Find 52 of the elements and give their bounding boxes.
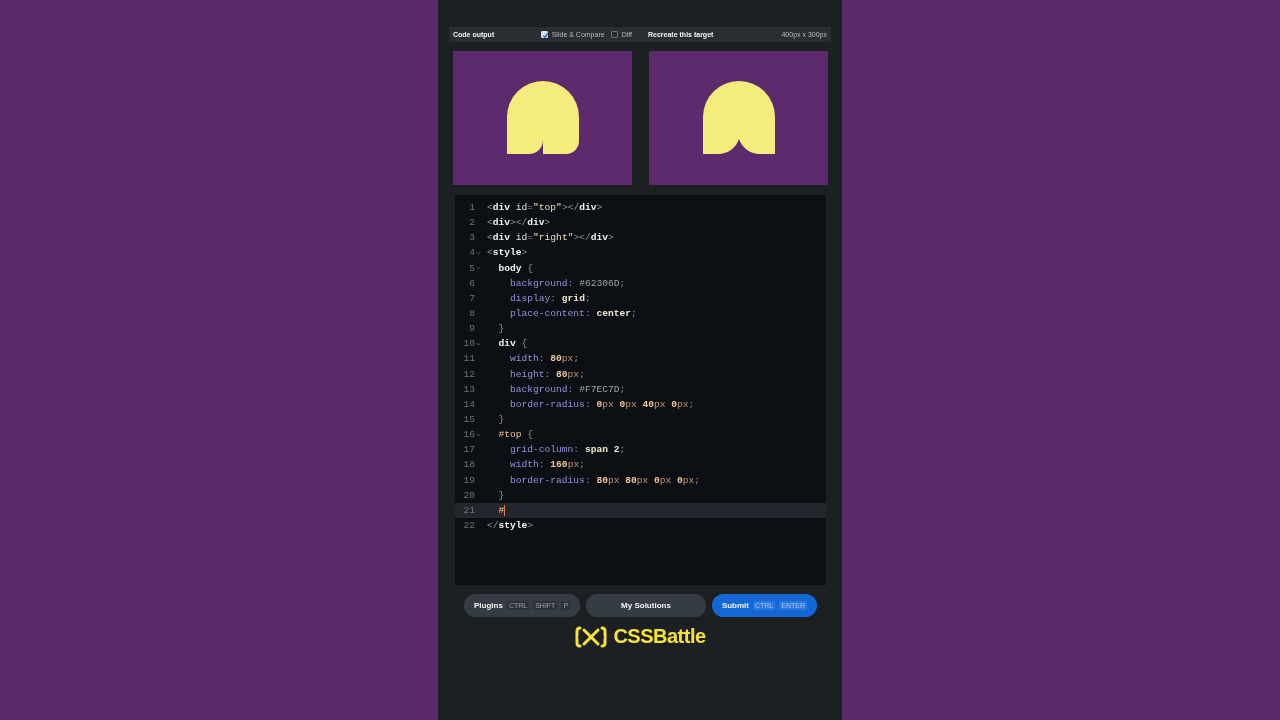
line-number: 1 (468, 202, 475, 214)
chevron-icon[interactable] (476, 341, 481, 346)
logo-icon (574, 625, 609, 648)
line-number: 3 (468, 232, 475, 244)
code-line: div { (497, 338, 528, 350)
line-number: 8 (468, 308, 475, 320)
line-number: 16 (462, 429, 475, 441)
chevron-icon[interactable] (476, 251, 481, 255)
line-number: 14 (462, 398, 475, 410)
line-number: 13 (462, 383, 475, 395)
code-line: } (497, 489, 505, 501)
code-line: <div id="right"></div> (487, 232, 614, 244)
line-number: 11 (462, 353, 475, 365)
action-button[interactable]: My Solutions (586, 594, 706, 617)
line-number: 2 (468, 217, 475, 229)
code-line: <style> (487, 247, 528, 259)
brand-name: CSSBattle (613, 625, 706, 648)
line-number: 20 (462, 489, 475, 501)
code-line: width: 80px; (509, 353, 580, 365)
code-line: } (497, 414, 505, 426)
code-line: background: #62306D; (509, 277, 626, 289)
line-number: 6 (468, 277, 475, 289)
code-line: grid-column: span 2; (509, 444, 626, 456)
code-line: # (497, 504, 506, 516)
code-line: place-content: center; (509, 308, 637, 320)
code-line: } (497, 323, 505, 335)
line-number: 15 (462, 414, 475, 426)
chevron-icon[interactable] (476, 432, 481, 437)
line-number: 22 (462, 520, 475, 531)
code-line: <div></div> (487, 217, 551, 229)
code-line: <div id="top"></div> (487, 202, 603, 214)
line-number: 10 (462, 338, 475, 350)
code-line: border-radius: 0px 0px 40px 0px; (509, 398, 695, 410)
checkbox[interactable] (610, 31, 618, 38)
line-number: 21 (462, 504, 475, 516)
code-line: </style> (487, 520, 534, 531)
code-line: background: #F7EC7D; (509, 383, 626, 395)
line-number: 9 (468, 323, 475, 335)
code-line: display: grid; (509, 292, 591, 304)
line-number: 5 (468, 262, 475, 274)
line-number: 12 (462, 368, 475, 380)
code-line: body { (497, 262, 534, 274)
code-line: height: 80px; (509, 368, 585, 380)
line-number: 18 (462, 459, 475, 471)
line-number: 17 (462, 444, 475, 456)
chevron-icon[interactable] (476, 266, 481, 271)
code-line: #top { (497, 429, 534, 441)
line-number: 7 (468, 292, 475, 304)
code-line: width: 160px; (509, 459, 585, 471)
code-line: border-radius: 80px 80px 0px 0px; (509, 474, 701, 486)
line-number: 19 (462, 474, 475, 486)
line-number: 4 (468, 247, 475, 259)
